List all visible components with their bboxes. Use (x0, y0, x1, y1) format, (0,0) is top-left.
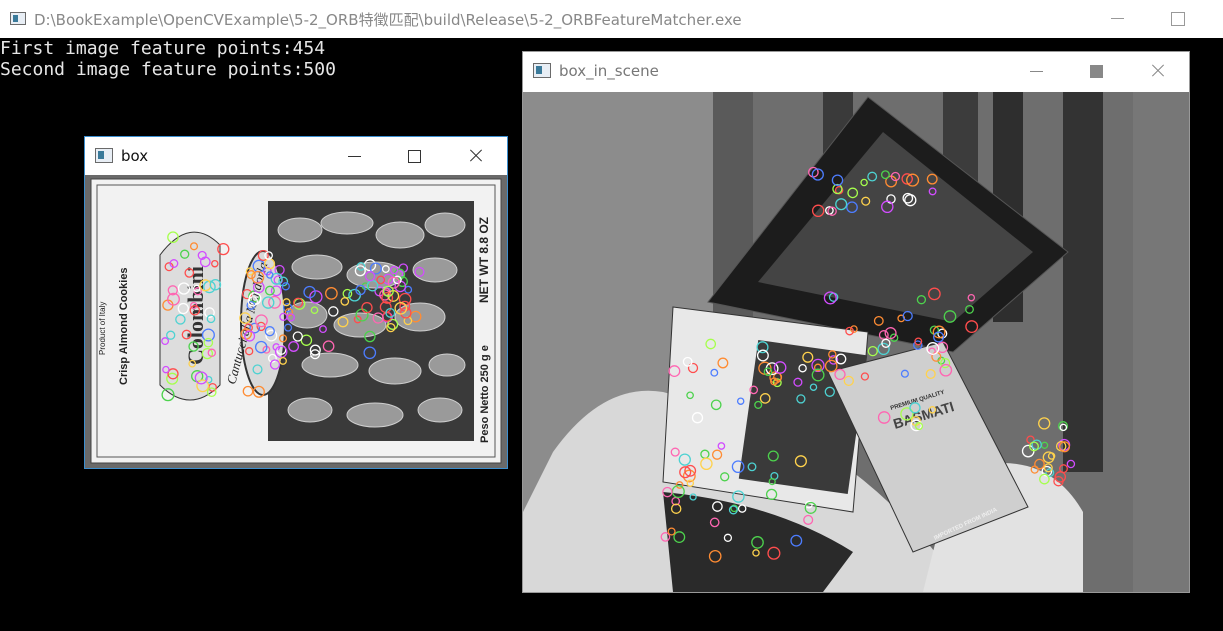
box-image: Crisp Almond Cookies Product of Italy Co… (85, 175, 507, 468)
box-image-peso: Peso Netto 250 g e (479, 345, 491, 443)
box-window[interactable]: box Crisp Almond Cookies Product of Ital… (84, 136, 508, 469)
scene-window-title: box_in_scene (559, 62, 659, 80)
console-window-title: D:\BookExample\OpenCVExample\5-2_ORB特徵匹配… (34, 11, 742, 29)
console-titlebar: D:\BookExample\OpenCVExample\5-2_ORB特徵匹配… (0, 0, 1223, 38)
console-minimize-button[interactable] (1095, 0, 1141, 38)
app-window-icon (533, 63, 551, 78)
box-window-title: box (121, 147, 149, 165)
console-output: First image feature points:454 Second ima… (0, 38, 336, 80)
console-line-first: First image feature points:454 (0, 38, 326, 59)
maximize-button[interactable] (392, 137, 438, 175)
scene-window-titlebar[interactable]: box_in_scene (523, 52, 1189, 90)
close-button[interactable] (453, 137, 499, 175)
app-window-icon (95, 148, 113, 163)
box-window-titlebar[interactable]: box (85, 137, 507, 175)
box-image-net-wt: NET WT 8.8 OZ (477, 217, 491, 303)
box-image-product-line: Crisp Almond Cookies (118, 267, 130, 385)
scene-image: PREMIUM QUALITY BASMATI IMPORTED FROM IN… (523, 92, 1189, 592)
console-line-second: Second image feature points:500 (0, 59, 336, 80)
maximize-button[interactable] (1074, 52, 1120, 90)
box-image-origin: Product of Italy (98, 302, 107, 355)
console-maximize-button[interactable] (1155, 0, 1201, 38)
close-button[interactable] (1135, 52, 1181, 90)
minimize-button[interactable] (332, 137, 378, 175)
scene-window[interactable]: box_in_scene PREMIUM QUALITY BASMATI IMP… (522, 51, 1190, 593)
minimize-button[interactable] (1014, 52, 1060, 90)
console-app-icon (10, 12, 26, 25)
